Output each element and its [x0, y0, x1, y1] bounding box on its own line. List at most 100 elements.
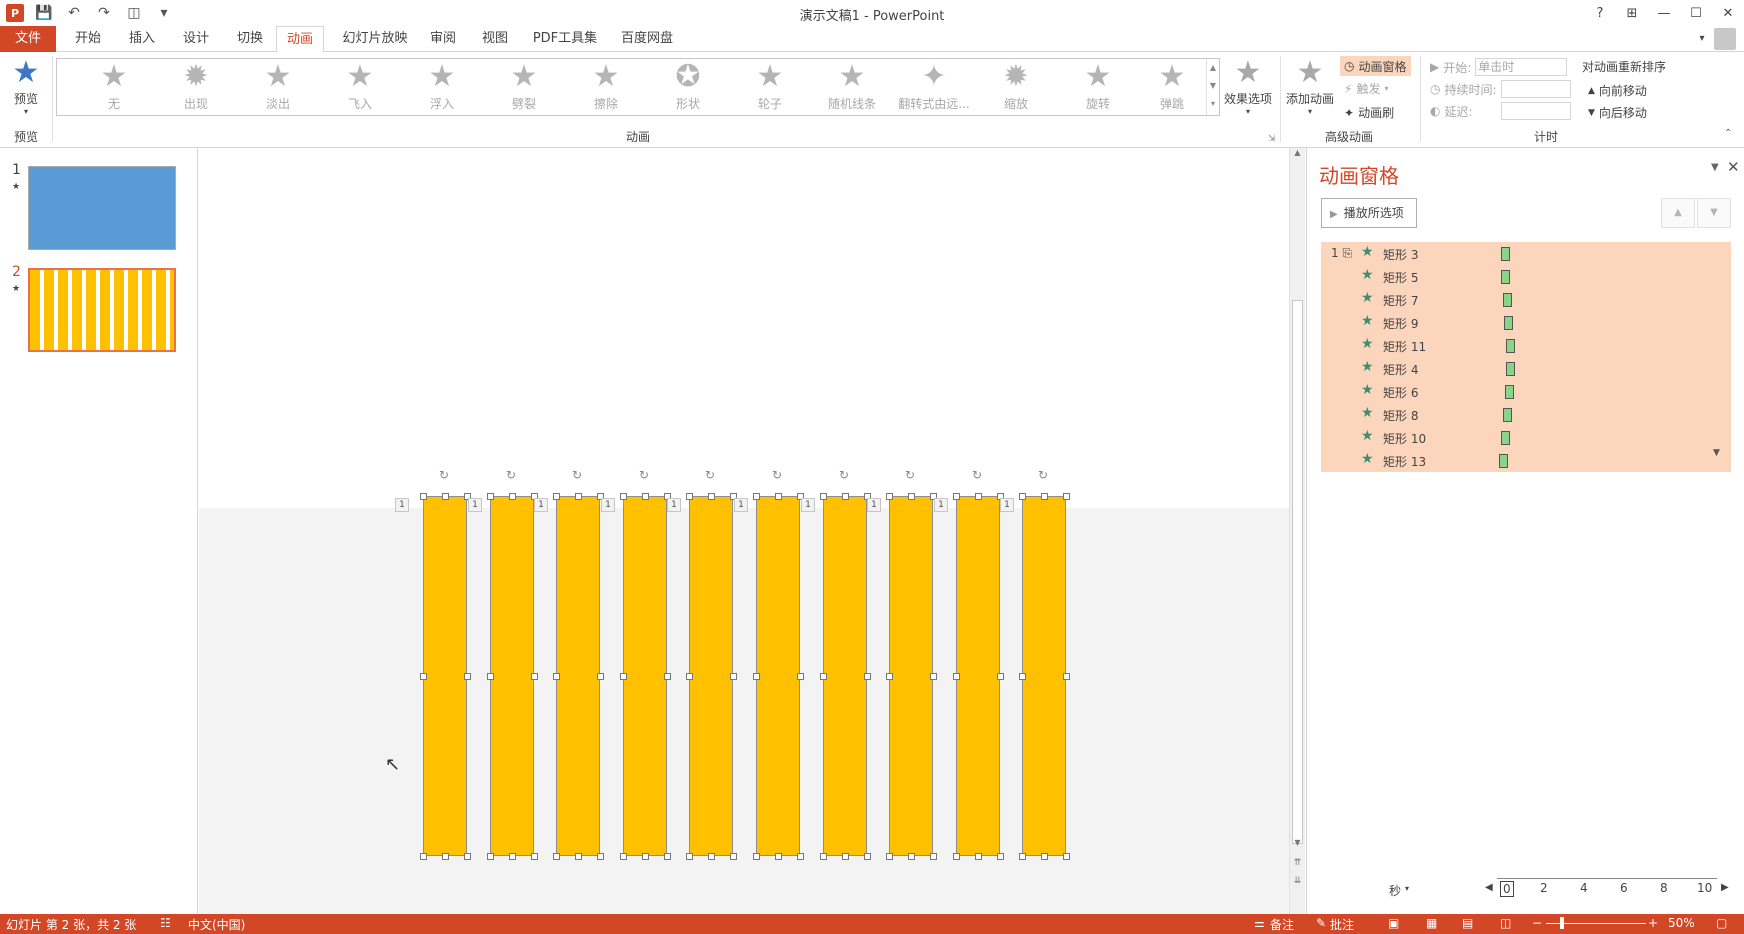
- tab-design[interactable]: 设计: [170, 26, 222, 52]
- resize-handle[interactable]: [575, 853, 582, 860]
- resize-handle[interactable]: [664, 853, 671, 860]
- rotate-handle-icon[interactable]: ↻: [772, 468, 782, 482]
- resize-handle[interactable]: [775, 493, 782, 500]
- rectangle-shape[interactable]: [623, 496, 667, 856]
- animation-list-item[interactable]: ★ 矩形 6: [1321, 380, 1731, 403]
- dialog-launcher-icon[interactable]: ⇲: [1268, 134, 1276, 144]
- timing-bar[interactable]: [1501, 270, 1510, 284]
- resize-handle[interactable]: [531, 853, 538, 860]
- normal-view-icon[interactable]: ▣: [1388, 916, 1399, 930]
- animation-float-in[interactable]: ★ 浮入: [401, 59, 483, 115]
- animation-wheel[interactable]: ★ 轮子: [729, 59, 811, 115]
- resize-handle[interactable]: [708, 493, 715, 500]
- rectangle-shape[interactable]: [689, 496, 733, 856]
- move-earlier-button[interactable]: ▲ 向前移动: [1588, 82, 1647, 99]
- resize-handle[interactable]: [997, 853, 1004, 860]
- resize-handle[interactable]: [420, 673, 427, 680]
- resize-handle[interactable]: [997, 673, 1004, 680]
- timing-bar[interactable]: [1504, 316, 1513, 330]
- timing-bar[interactable]: [1501, 431, 1510, 445]
- tab-insert[interactable]: 插入: [116, 26, 168, 52]
- scroll-up-icon[interactable]: ▲: [1290, 148, 1305, 164]
- comments-button[interactable]: 批注: [1330, 916, 1354, 933]
- animation-list-item[interactable]: ★ 矩形 13: [1321, 449, 1731, 472]
- tab-file[interactable]: 文件: [0, 26, 56, 52]
- animation-fade[interactable]: ★ 淡出: [237, 59, 319, 115]
- resize-handle[interactable]: [509, 493, 516, 500]
- fit-to-window-icon[interactable]: ▢: [1716, 916, 1727, 930]
- resize-handle[interactable]: [753, 673, 760, 680]
- resize-handle[interactable]: [886, 673, 893, 680]
- rotate-handle-icon[interactable]: ↻: [572, 468, 582, 482]
- resize-handle[interactable]: [753, 853, 760, 860]
- account-chevron-icon[interactable]: ▾: [1694, 26, 1710, 52]
- rotate-handle-icon[interactable]: ↻: [506, 468, 516, 482]
- animation-list-item[interactable]: ★ 矩形 10: [1321, 426, 1731, 449]
- resize-handle[interactable]: [930, 673, 937, 680]
- rectangle-shape[interactable]: [556, 496, 600, 856]
- tab-view[interactable]: 视图: [472, 26, 518, 52]
- close-icon[interactable]: ✕: [1727, 158, 1740, 176]
- resize-handle[interactable]: [820, 673, 827, 680]
- timeline-unit[interactable]: 秒: [1389, 882, 1401, 899]
- resize-handle[interactable]: [420, 853, 427, 860]
- move-down-button[interactable]: ▼: [1697, 198, 1731, 228]
- delay-spinner[interactable]: [1500, 102, 1571, 120]
- resize-handle[interactable]: [1063, 493, 1070, 500]
- animation-list-item[interactable]: ★ 矩形 8: [1321, 403, 1731, 426]
- duration-spinner[interactable]: [1500, 80, 1571, 98]
- resize-handle[interactable]: [686, 853, 693, 860]
- resize-handle[interactable]: [708, 853, 715, 860]
- resize-handle[interactable]: [553, 493, 560, 500]
- slide-sorter-icon[interactable]: ▦: [1426, 916, 1437, 930]
- resize-handle[interactable]: [686, 673, 693, 680]
- tab-pdf-tools[interactable]: PDF工具集: [528, 26, 602, 52]
- animation-bounce[interactable]: ★ 弹跳: [1139, 59, 1205, 115]
- animation-sequence-tag[interactable]: 1: [601, 498, 615, 512]
- animation-sequence-tag[interactable]: 1: [867, 498, 881, 512]
- resize-handle[interactable]: [1019, 493, 1026, 500]
- animation-wipe[interactable]: ★ 擦除: [565, 59, 647, 115]
- resize-handle[interactable]: [464, 853, 471, 860]
- resize-handle[interactable]: [953, 853, 960, 860]
- language-indicator[interactable]: 中文(中国): [188, 916, 245, 933]
- resize-handle[interactable]: [730, 673, 737, 680]
- timing-bar[interactable]: [1505, 385, 1514, 399]
- close-button[interactable]: ✕: [1712, 0, 1744, 26]
- tab-transitions[interactable]: 切换: [224, 26, 276, 52]
- resize-handle[interactable]: [642, 493, 649, 500]
- play-selected-button[interactable]: ▶ 播放所选项: [1321, 198, 1417, 228]
- animation-shape[interactable]: ✪ 形状: [647, 59, 729, 115]
- resize-handle[interactable]: [575, 493, 582, 500]
- animation-split[interactable]: ★ 劈裂: [483, 59, 565, 115]
- ribbon-display-options-icon[interactable]: ⊞: [1616, 0, 1648, 26]
- zoom-in-icon[interactable]: +: [1648, 916, 1658, 930]
- resize-handle[interactable]: [642, 853, 649, 860]
- animation-sequence-tag[interactable]: 1: [1000, 498, 1014, 512]
- animation-sequence-tag[interactable]: 1: [395, 498, 409, 512]
- resize-handle[interactable]: [930, 853, 937, 860]
- resize-handle[interactable]: [464, 673, 471, 680]
- gallery-more-icon[interactable]: ▾: [1207, 95, 1219, 113]
- animation-list-item[interactable]: ★ 矩形 7: [1321, 288, 1731, 311]
- resize-handle[interactable]: [953, 493, 960, 500]
- resize-handle[interactable]: [730, 853, 737, 860]
- tab-slideshow[interactable]: 幻灯片放映: [334, 26, 416, 52]
- move-later-button[interactable]: ▼ 向后移动: [1588, 104, 1647, 121]
- resize-handle[interactable]: [842, 493, 849, 500]
- rectangle-shape[interactable]: [889, 496, 933, 856]
- resize-handle[interactable]: [487, 493, 494, 500]
- resize-handle[interactable]: [442, 853, 449, 860]
- resize-handle[interactable]: [753, 493, 760, 500]
- animation-random-bars[interactable]: ★ 随机线条: [811, 59, 893, 115]
- resize-handle[interactable]: [509, 853, 516, 860]
- animation-sequence-tag[interactable]: 1: [801, 498, 815, 512]
- rotate-handle-icon[interactable]: ↻: [972, 468, 982, 482]
- timing-bar[interactable]: [1499, 454, 1508, 468]
- animation-zoom[interactable]: ✹ 缩放: [975, 59, 1057, 115]
- rectangle-shape[interactable]: [1022, 496, 1066, 856]
- zoom-level[interactable]: 50%: [1668, 916, 1695, 930]
- collapse-ribbon-icon[interactable]: ⌃: [1724, 128, 1732, 139]
- resize-handle[interactable]: [487, 673, 494, 680]
- slideshow-view-icon[interactable]: ◫: [1500, 916, 1511, 930]
